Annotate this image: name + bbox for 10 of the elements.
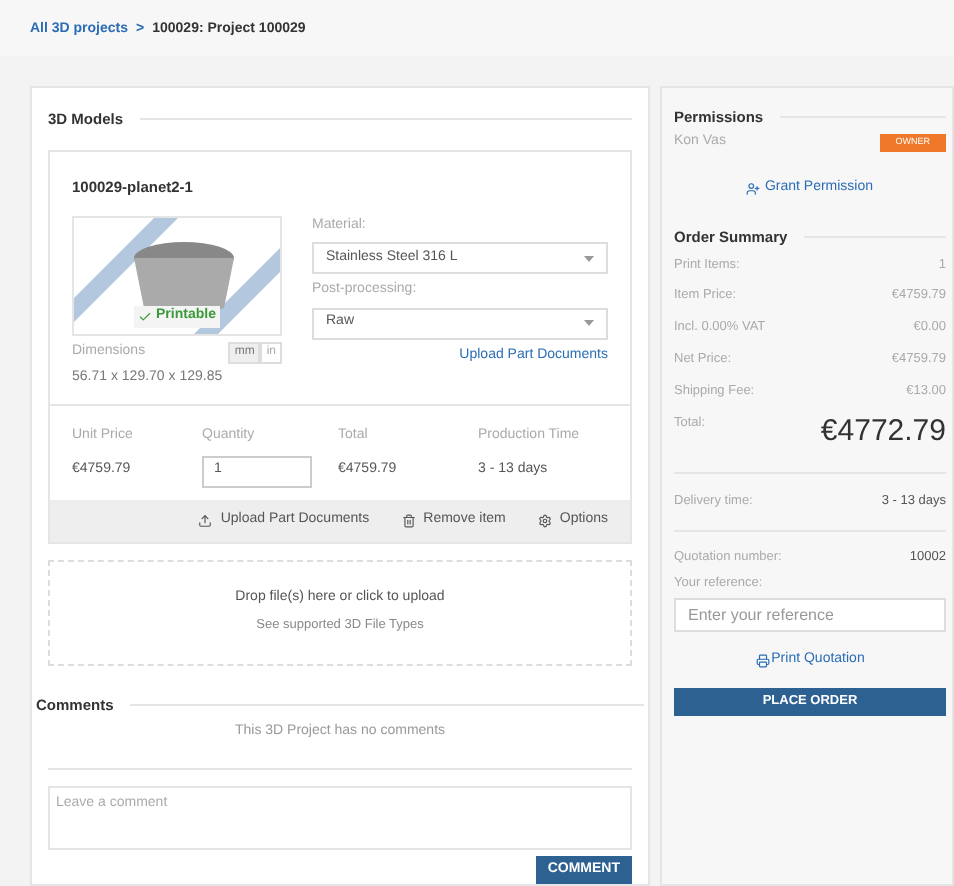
printer-icon	[755, 653, 770, 668]
total-amount: €4772.79	[820, 412, 946, 453]
upload-icon	[198, 513, 213, 527]
check-icon	[138, 309, 153, 324]
caret-icon	[584, 320, 594, 326]
caret-icon	[584, 255, 594, 261]
gear-icon	[537, 513, 552, 527]
add-user-icon	[746, 181, 761, 195]
trash-icon	[401, 513, 416, 527]
reference-field[interactable]: Enter your reference	[674, 598, 946, 632]
